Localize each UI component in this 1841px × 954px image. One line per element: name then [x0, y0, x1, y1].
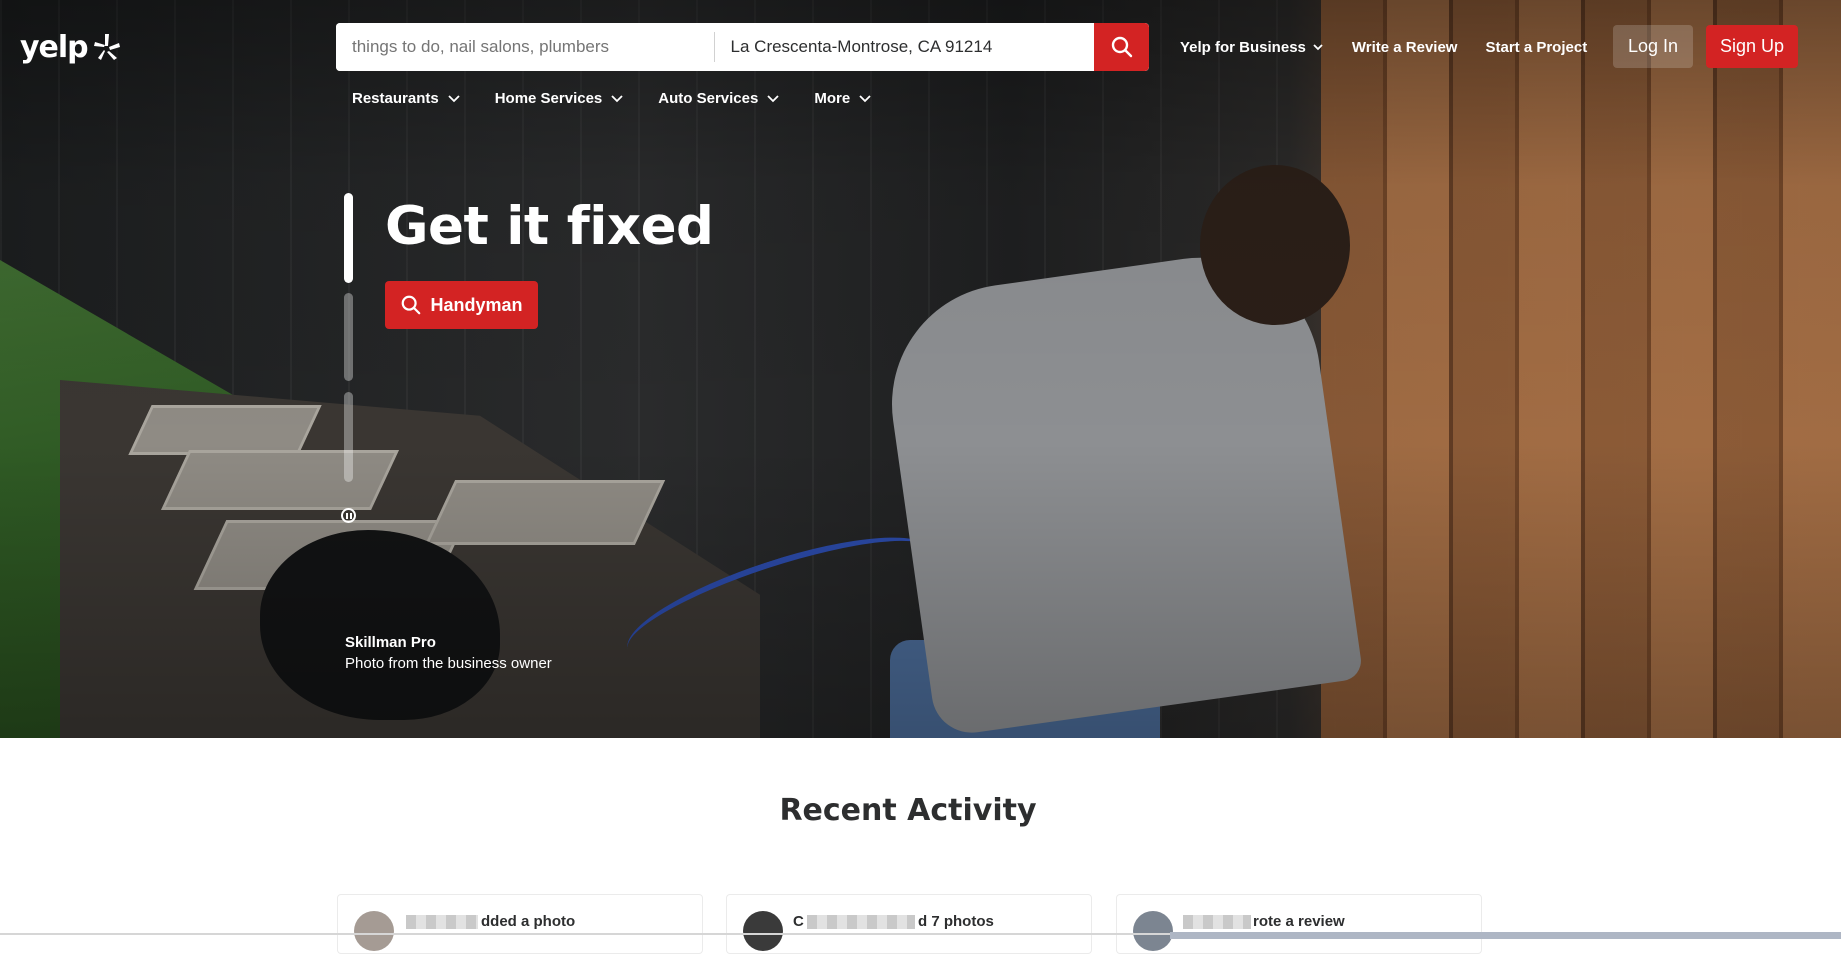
carousel-indicator[interactable] — [344, 392, 353, 482]
search-icon — [402, 295, 421, 315]
sign-up-button[interactable]: Sign Up — [1706, 25, 1798, 68]
activity-text: dded a photo — [481, 913, 576, 930]
yelp-for-business-menu[interactable]: Yelp for Business — [1180, 39, 1324, 56]
chevron-down-icon — [767, 95, 779, 103]
activity-card[interactable]: rote a review — [1116, 894, 1482, 954]
redacted-username — [406, 915, 478, 929]
avatar[interactable] — [743, 911, 783, 951]
activity-text: d 7 photos — [918, 913, 994, 930]
search-bar — [336, 23, 1149, 71]
chevron-down-icon — [448, 95, 460, 103]
yelp-for-business-label: Yelp for Business — [1180, 38, 1306, 56]
yelp-logo[interactable]: yelp — [20, 29, 122, 65]
handyman-label: Handyman — [430, 294, 523, 315]
log-in-button[interactable]: Log In — [1613, 25, 1693, 68]
carousel-indicator[interactable] — [344, 293, 353, 381]
yelp-burst-icon — [93, 34, 120, 60]
avatar[interactable] — [354, 911, 394, 951]
start-project-link[interactable]: Start a Project — [1485, 39, 1587, 56]
chevron-down-icon — [859, 95, 871, 103]
search-icon — [1111, 36, 1132, 58]
top-nav: Yelp for Business Write a Review Start a… — [1180, 23, 1615, 71]
write-review-link[interactable]: Write a Review — [1352, 39, 1458, 56]
hero-title: Get it fixed — [385, 196, 714, 257]
activity-text: rote a review — [1253, 913, 1345, 930]
category-label: More — [814, 89, 851, 107]
pause-bar — [345, 512, 348, 519]
category-label: Home Services — [494, 89, 603, 107]
recent-activity-title: Recent Activity — [779, 793, 1037, 828]
activity-name-initial: C — [793, 913, 804, 930]
category-more[interactable]: More — [814, 90, 872, 107]
photo-credit: Skillman Pro Photo from the business own… — [345, 634, 552, 672]
activity-card[interactable]: C d 7 photos — [726, 894, 1092, 954]
pause-bar — [349, 512, 352, 519]
redacted-username — [1183, 915, 1251, 929]
category-label: Restaurants — [352, 89, 439, 107]
avatar[interactable] — [1133, 911, 1173, 951]
handyman-button[interactable]: Handyman — [385, 281, 538, 329]
chevron-down-icon — [611, 95, 623, 103]
pause-icon[interactable] — [341, 508, 356, 523]
hero-banner — [0, 0, 1841, 738]
category-nav: Restaurants Home Services Auto Services … — [352, 84, 906, 112]
hero-overlay — [0, 0, 1841, 738]
redacted-username — [807, 915, 915, 929]
activity-card[interactable]: dded a photo — [337, 894, 703, 954]
category-label: Auto Services — [658, 89, 759, 107]
search-location-input[interactable] — [714, 23, 1095, 71]
logo-text: yelp — [20, 29, 89, 65]
search-find-input[interactable] — [336, 23, 714, 71]
search-button[interactable] — [1094, 23, 1149, 71]
bottom-strip — [1170, 932, 1841, 939]
category-home-services[interactable]: Home Services — [495, 90, 625, 107]
carousel-indicator-active[interactable] — [344, 193, 353, 283]
credit-subtitle: Photo from the business owner — [345, 655, 552, 672]
chevron-down-icon — [1313, 44, 1323, 51]
category-auto-services[interactable]: Auto Services — [658, 90, 780, 107]
credit-business-name[interactable]: Skillman Pro — [345, 634, 552, 651]
category-restaurants[interactable]: Restaurants — [352, 90, 461, 107]
